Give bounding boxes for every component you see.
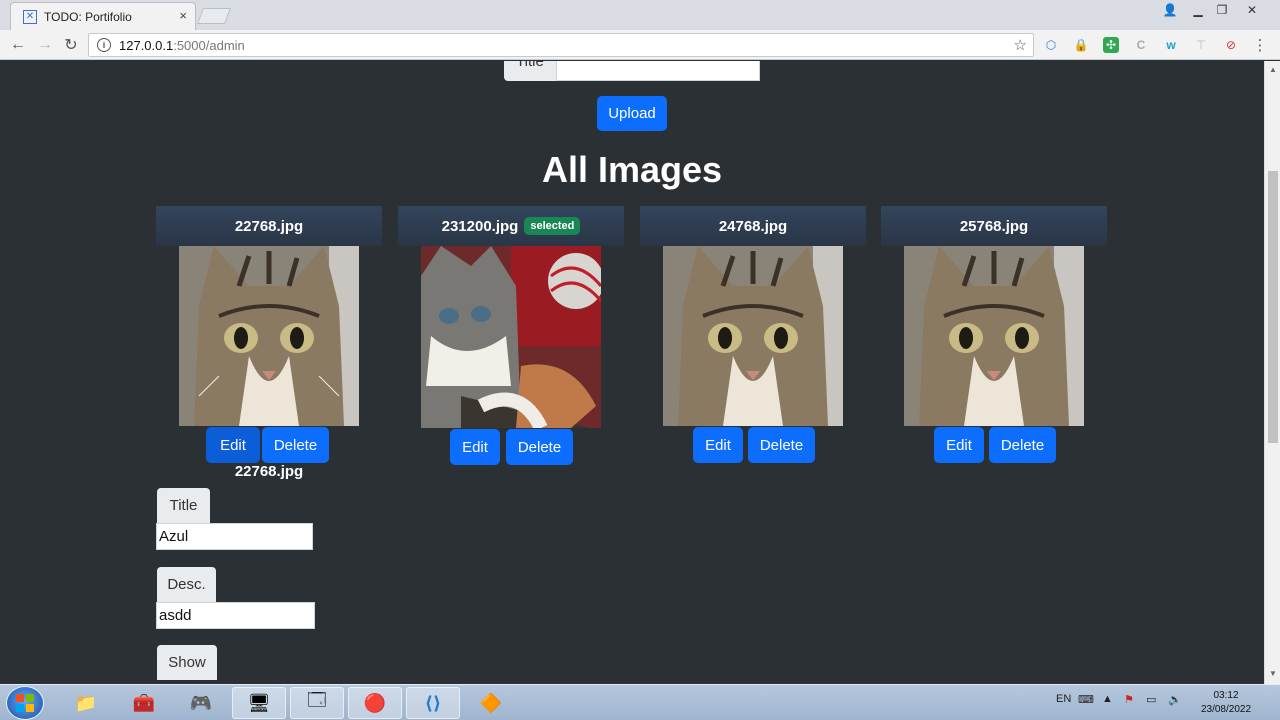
card-actions: Edit Delete [934, 427, 1056, 463]
scrollbar-thumb[interactable] [1268, 171, 1278, 443]
close-icon[interactable]: ✕ [1240, 0, 1264, 20]
window-app-icon[interactable]: 🗔 [290, 687, 344, 719]
card-actions: Edit Delete [206, 427, 329, 463]
upload-title-group: Title [504, 61, 760, 81]
page-scrollbar[interactable]: ▲ ▼ [1264, 61, 1280, 684]
image-filename: 22768.jpg [234, 217, 304, 235]
green-extension-icon[interactable]: ✣ [1103, 37, 1119, 53]
block-extension-icon[interactable]: ⊘ [1223, 37, 1239, 53]
kitten-image [421, 246, 601, 428]
lock-extension-icon[interactable]: 🔒 [1073, 37, 1089, 53]
upload-title-input[interactable] [555, 61, 760, 81]
show-hidden-icons-icon[interactable]: ▲ [1102, 693, 1113, 705]
desc-field-label: Desc. [157, 567, 216, 602]
title-field-label: Title [157, 488, 210, 523]
edit-button[interactable]: Edit [450, 429, 500, 465]
user-icon[interactable]: 👤 [1158, 0, 1182, 20]
image-card: 22768.jpg Edit Delete [156, 206, 382, 463]
tab-close-button[interactable]: × [179, 8, 187, 23]
vscode-icon[interactable]: ⟨⟩ [406, 687, 460, 719]
edit-button[interactable]: Edit [206, 427, 260, 463]
upload-title-label: Title [504, 61, 556, 81]
vlc-icon[interactable]: 🔶 [464, 687, 518, 719]
delete-button[interactable]: Delete [506, 429, 573, 465]
shield-extension-icon[interactable]: ⬡ [1043, 37, 1059, 53]
delete-button[interactable]: Delete [262, 427, 329, 463]
show-field-label: Show [157, 645, 217, 680]
new-tab-button[interactable] [197, 8, 231, 24]
system-clock[interactable]: 03:12 23/08/2022 [1190, 689, 1262, 717]
browser-toolbar: ← → ↻ i 127.0.0.1 :5000/admin ☆ ⬡ 🔒 ✣ C … [0, 30, 1280, 60]
edit-button[interactable]: Edit [934, 427, 984, 463]
display-icon[interactable]: ▭ [1146, 693, 1156, 706]
start-button[interactable] [6, 686, 44, 720]
file-explorer-icon[interactable]: 📁 [59, 687, 113, 719]
terminal-app-icon[interactable]: 🖥 [232, 687, 286, 719]
upload-button[interactable]: Upload [597, 96, 667, 131]
url-path: :5000/admin [173, 37, 245, 53]
address-bar[interactable]: i 127.0.0.1 :5000/admin ☆ [88, 33, 1034, 57]
image-card: 24768.jpg Edit Delete [640, 206, 866, 463]
info-icon[interactable]: i [97, 38, 111, 52]
clock-time: 03:12 [1213, 690, 1239, 701]
delete-button[interactable]: Delete [748, 427, 815, 463]
browser-titlebar: ✕ TODO: Portifolio × 👤 ▁ ❐ ✕ [0, 0, 1280, 30]
scroll-up-arrow-icon[interactable]: ▲ [1269, 65, 1277, 74]
menu-icon[interactable]: ⋮ [1252, 37, 1268, 54]
desc-input[interactable]: asdd [156, 602, 315, 629]
tab-title: TODO: Portifolio [44, 9, 132, 24]
card-header: 22768.jpg [156, 206, 382, 246]
url-host: 127.0.0.1 [119, 37, 174, 53]
scroll-down-arrow-icon[interactable]: ▼ [1269, 669, 1277, 678]
network-error-icon[interactable]: ⚑ [1124, 693, 1134, 706]
clock-date: 23/08/2022 [1200, 704, 1252, 715]
image-card: 231200.jpg selected Edit Delete [398, 206, 624, 465]
card-actions: Edit Delete [450, 429, 573, 465]
image-filename: 231200.jpg [441, 217, 519, 235]
title-input[interactable]: Azul [156, 523, 313, 550]
restore-icon[interactable]: ❐ [1210, 0, 1234, 20]
image-filename: 25768.jpg [959, 217, 1029, 235]
delete-button[interactable]: Delete [989, 427, 1056, 463]
w-extension-icon[interactable]: w [1163, 37, 1179, 53]
windows-logo-icon [16, 694, 34, 712]
image-card: 25768.jpg Edit Delete [881, 206, 1107, 463]
card-header: 25768.jpg [881, 206, 1107, 246]
edit-button[interactable]: Edit [693, 427, 743, 463]
tool-app-icon[interactable]: 🧰 [117, 687, 171, 719]
browser-tab[interactable]: ✕ TODO: Portifolio × [10, 2, 196, 30]
minimize-icon[interactable]: ▁ [1186, 0, 1210, 20]
selected-badge: selected [524, 217, 581, 235]
cat-image [663, 246, 843, 426]
card-header: 231200.jpg selected [398, 206, 624, 246]
cat-image [904, 246, 1084, 426]
chrome-app-icon[interactable]: 🔴 [348, 687, 402, 719]
back-arrow-icon[interactable]: ← [7, 34, 29, 56]
volume-icon[interactable]: 🔊 [1168, 693, 1182, 706]
c-extension-icon[interactable]: C [1133, 37, 1149, 53]
page-heading: All Images [541, 149, 723, 190]
image-filename: 24768.jpg [718, 217, 788, 235]
pin-extension-icon[interactable]: ⊤ [1193, 37, 1209, 53]
page-content: Title Upload All Images 22768.jpg Edit D… [0, 61, 1264, 684]
forward-arrow-icon[interactable]: → [34, 34, 56, 56]
taskbar: 📁 🧰 🎮 🖥 🗔 🔴 ⟨⟩ 🔶 EN ⌨ ▲ ⚑ ▭ 🔊 03:12 23/0… [0, 684, 1280, 720]
edit-form-filename: 22768.jpg [234, 463, 304, 480]
tab-favicon-icon: ✕ [23, 9, 37, 24]
zsnes-icon[interactable]: 🎮 [174, 687, 228, 719]
bookmark-star-icon[interactable]: ☆ [1014, 36, 1027, 54]
language-indicator[interactable]: EN [1056, 693, 1071, 705]
keyboard-icon[interactable]: ⌨ [1078, 693, 1094, 706]
cat-image [179, 246, 359, 426]
card-header: 24768.jpg [640, 206, 866, 246]
reload-icon[interactable]: ↻ [60, 34, 82, 56]
card-actions: Edit Delete [693, 427, 815, 463]
